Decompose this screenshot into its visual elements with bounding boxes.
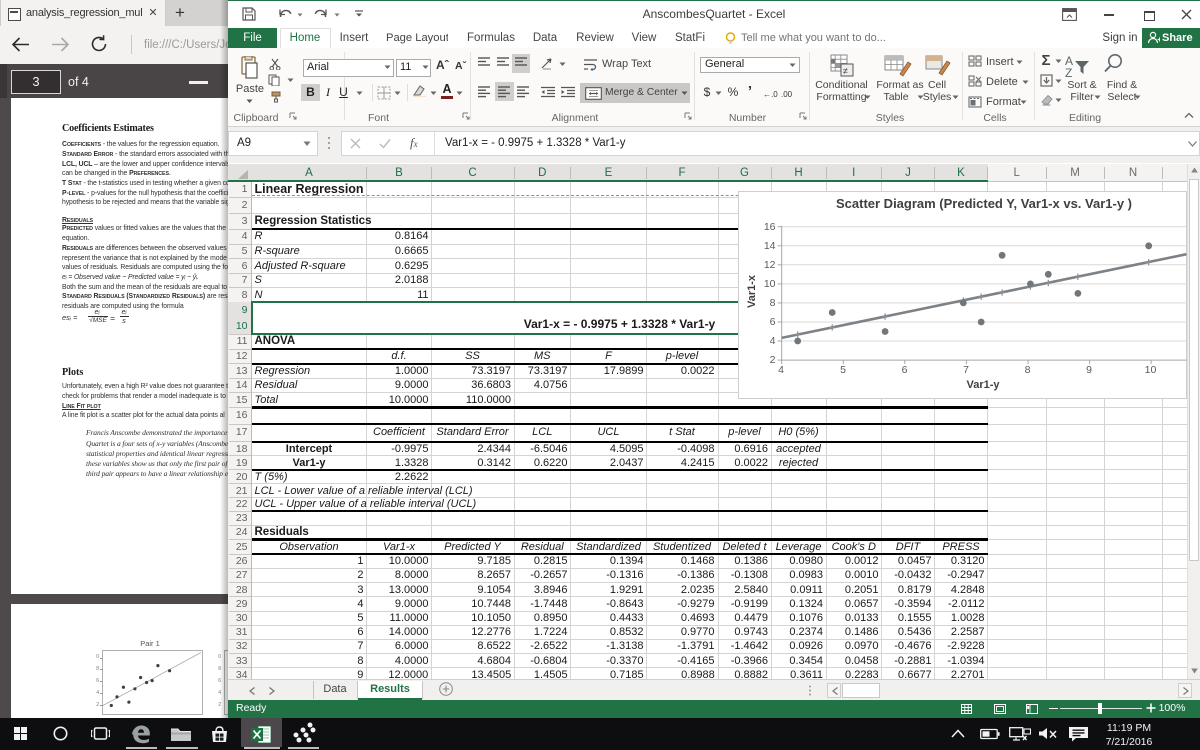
svg-text:←.0: ←.0 <box>763 90 778 99</box>
svg-text:Z: Z <box>1065 66 1072 80</box>
svg-text:.00: .00 <box>781 90 793 99</box>
svg-text:≠: ≠ <box>843 66 848 76</box>
